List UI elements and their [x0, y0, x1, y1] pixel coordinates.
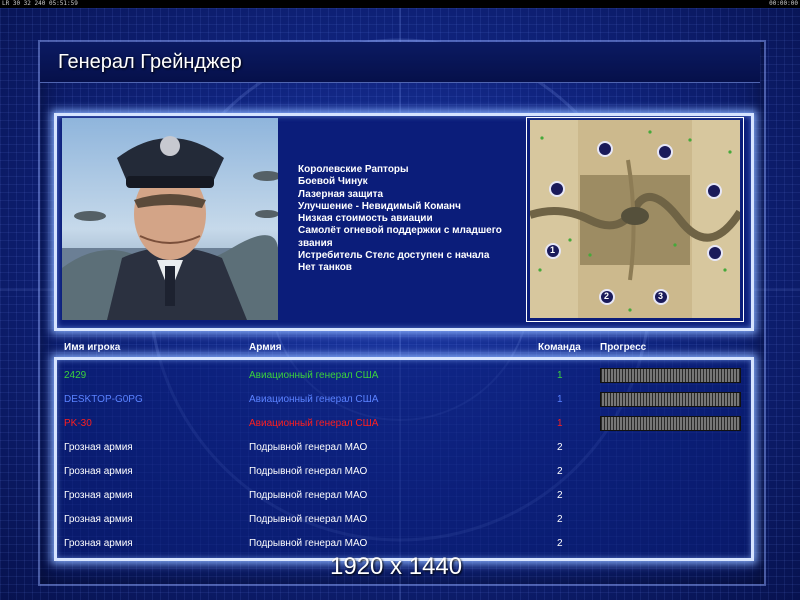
feature-item: Королевские Рапторы	[298, 164, 409, 175]
general-features-list: Королевские Рапторы Боевой Чинук Лазерна…	[298, 164, 502, 275]
player-army: Подрывной генерал МАО	[249, 538, 368, 549]
player-name: Грозная армия	[64, 442, 133, 453]
resolution-caption: 1920 x 1440	[330, 553, 463, 580]
table-row: DESKTOP-G0PG Авиационный генерал США 1	[0, 387, 800, 411]
column-header-army: Армия	[249, 342, 282, 353]
progress-bar	[600, 416, 741, 431]
player-name: Грозная армия	[64, 538, 133, 549]
minimap: 1 2 3	[530, 120, 740, 318]
table-row: Грозная армия Подрывной генерал МАО 2	[0, 459, 800, 483]
player-army: Авиационный генерал США	[249, 418, 379, 429]
player-team: 1	[557, 418, 563, 429]
table-row: Грозная армия Подрывной генерал МАО 2	[0, 483, 800, 507]
player-team: 2	[557, 490, 563, 501]
player-team: 2	[557, 538, 563, 549]
player-army: Авиационный генерал США	[249, 370, 379, 381]
player-army: Подрывной генерал МАО	[249, 442, 368, 453]
player-team: 1	[557, 394, 563, 405]
page-title: Генерал Грейнджер	[58, 51, 242, 73]
feature-item: Самолёт огневой поддержки с младшего	[298, 225, 502, 237]
player-name: DESKTOP-G0PG	[64, 394, 143, 405]
feature-item: звания	[298, 237, 333, 249]
feature-item: Лазерная защита	[298, 188, 384, 200]
feature-item: Улучшение - Невидимый Команч	[298, 200, 461, 212]
topbar-left-text: LR 30 32 240 05:51:59	[2, 0, 78, 7]
player-name: Грозная армия	[64, 490, 133, 501]
feature-item: Нет танков	[298, 262, 352, 274]
column-header-player: Имя игрока	[64, 342, 121, 353]
player-name: Грозная армия	[64, 514, 133, 525]
column-header-progress: Прогресс	[600, 342, 647, 353]
table-row: 2429 Авиационный генерал США 1	[0, 363, 800, 387]
feature-item: Низкая стоимость авиации	[298, 213, 433, 225]
feature-item: Истребитель Стелс доступен с начала	[298, 250, 490, 262]
table-row: Грозная армия Подрывной генерал МАО 2	[0, 531, 800, 555]
table-row: PK-30 Авиационный генерал США 1	[0, 411, 800, 435]
player-team: 1	[557, 370, 563, 381]
table-row: Грозная армия Подрывной генерал МАО 2	[0, 507, 800, 531]
player-army: Подрывной генерал МАО	[249, 514, 368, 525]
player-team: 2	[557, 442, 563, 453]
player-name: PK-30	[64, 418, 92, 429]
minimap-start-label: 1	[550, 245, 556, 255]
player-army: Подрывной генерал МАО	[249, 490, 368, 501]
table-row: Грозная армия Подрывной генерал МАО 2	[0, 435, 800, 459]
progress-bar	[600, 392, 741, 407]
minimap-start-label: 3	[658, 291, 664, 301]
progress-bar	[600, 368, 741, 383]
topbar-clock: 00:00:00	[769, 0, 798, 7]
column-header-team: Команда	[538, 342, 581, 353]
player-army: Авиационный генерал США	[249, 394, 379, 405]
minimap-start-label: 2	[604, 291, 610, 301]
status-topbar: LR 30 32 240 05:51:59 00:00:00	[0, 0, 800, 8]
player-name: Грозная армия	[64, 466, 133, 477]
player-team: 2	[557, 466, 563, 477]
player-army: Подрывной генерал МАО	[249, 466, 368, 477]
general-portrait	[62, 118, 278, 320]
player-team: 2	[557, 514, 563, 525]
player-name: 2429	[64, 370, 87, 381]
feature-item: Боевой Чинук	[298, 176, 368, 188]
